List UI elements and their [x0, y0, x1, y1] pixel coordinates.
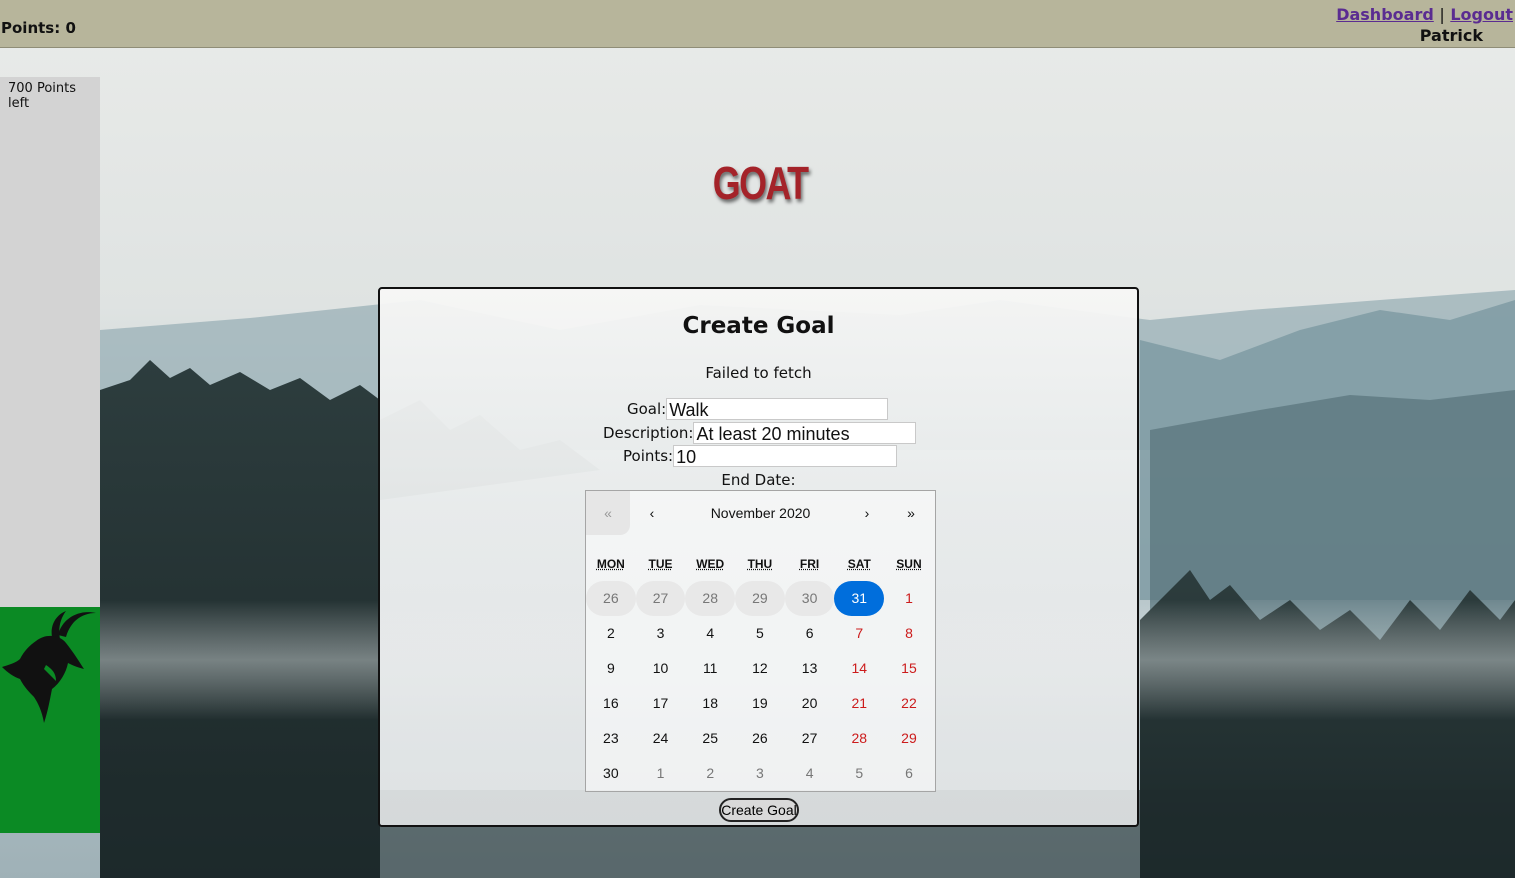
goat-head-icon	[2, 611, 96, 723]
calendar-day[interactable]: 18	[685, 686, 735, 721]
calendar-day[interactable]: 8	[884, 616, 934, 651]
calendar-day[interactable]: 17	[636, 686, 686, 721]
calendar-day[interactable]: 12	[735, 651, 785, 686]
dashboard-link[interactable]: Dashboard	[1336, 5, 1434, 24]
goal-input[interactable]: Walk	[666, 398, 889, 420]
weekday-fri: FRI	[799, 557, 820, 571]
weekday-mon: MON	[596, 557, 625, 571]
goat-logo: GOAT	[712, 157, 809, 209]
description-label: Description:	[603, 423, 694, 442]
calendar-week-row: 23 24 25 26 27 28 29	[586, 721, 935, 756]
calendar-day-selected[interactable]: 31	[834, 581, 885, 616]
end-date-label: End Date:	[721, 471, 796, 489]
points-total: Points: 0	[1, 19, 76, 37]
weekday-thu: THU	[747, 557, 773, 571]
calendar-day[interactable]: 2	[586, 616, 636, 651]
weekday-sun: SUN	[896, 557, 922, 571]
calendar-day[interactable]: 20	[785, 686, 835, 721]
calendar-day[interactable]: 30	[784, 581, 835, 616]
calendar-day[interactable]: 7	[834, 616, 884, 651]
calendar-day[interactable]: 25	[685, 721, 735, 756]
calendar-day[interactable]: 4	[685, 616, 735, 651]
goal-row: Goal: Walk	[627, 398, 889, 420]
calendar-days: 26 27 28 29 30 31 1 2 3 4 5 6 7 8 9 10 11 12 13 14 15 16 17 18 1…	[586, 581, 935, 791]
points-label: Points:	[623, 446, 674, 465]
logout-link[interactable]: Logout	[1450, 5, 1513, 24]
username: Patrick	[1419, 26, 1483, 45]
points-left-label: 700 Points left	[8, 81, 76, 111]
weekday-sat: SAT	[847, 557, 871, 571]
calendar-day[interactable]: 6	[884, 756, 934, 791]
calendar-day[interactable]: 15	[884, 651, 934, 686]
calendar-day[interactable]: 26	[586, 581, 636, 616]
calendar-day[interactable]: 30	[586, 756, 636, 791]
description-row: Description: At least 20 minutes	[603, 422, 917, 444]
calendar-day[interactable]: 13	[785, 651, 835, 686]
calendar-day[interactable]: 14	[834, 651, 884, 686]
sidebar-points-panel: 700 Points left	[0, 77, 100, 607]
calendar-day[interactable]: 28	[834, 721, 884, 756]
prev-year-button[interactable]: «	[586, 491, 630, 535]
goat-logo-box	[0, 607, 100, 833]
calendar-week-row: 30 1 2 3 4 5 6	[586, 756, 935, 791]
goal-label: Goal:	[627, 399, 667, 418]
calendar-day[interactable]: 22	[884, 686, 934, 721]
calendar-day[interactable]: 1	[884, 581, 934, 616]
next-year-button[interactable]: »	[889, 491, 933, 535]
weekday-header: MON TUE WED THU FRI SAT SUN	[586, 557, 935, 571]
points-row: Points: 10	[623, 445, 898, 467]
month-label-button[interactable]: November 2020	[674, 491, 847, 535]
calendar-day[interactable]: 5	[834, 756, 884, 791]
calendar-day[interactable]: 10	[636, 651, 686, 686]
calendar-day[interactable]: 24	[636, 721, 686, 756]
calendar-day[interactable]: 11	[685, 651, 735, 686]
error-message: Failed to fetch	[705, 364, 812, 382]
calendar-day[interactable]: 1	[636, 756, 686, 791]
weekday-tue: TUE	[648, 557, 673, 571]
calendar-day[interactable]: 19	[735, 686, 785, 721]
calendar-day[interactable]: 26	[735, 721, 785, 756]
points-input[interactable]: 10	[673, 445, 898, 467]
calendar-day[interactable]: 29	[884, 721, 934, 756]
calendar-week-row: 9 10 11 12 13 14 15	[586, 651, 935, 686]
calendar-day[interactable]: 3	[636, 616, 686, 651]
page-title: Create Goal	[682, 313, 835, 339]
date-picker-calendar: « ‹ November 2020 › » MON TUE WED THU FRI SAT…	[585, 490, 936, 792]
nav-separator: |	[1439, 5, 1445, 24]
calendar-day[interactable]: 5	[735, 616, 785, 651]
calendar-day[interactable]: 27	[635, 581, 686, 616]
calendar-day[interactable]: 16	[586, 686, 636, 721]
calendar-day[interactable]: 27	[785, 721, 835, 756]
calendar-day[interactable]: 29	[735, 581, 785, 616]
calendar-day[interactable]: 21	[834, 686, 884, 721]
calendar-week-row: 26 27 28 29 30 31 1	[586, 581, 935, 616]
calendar-day[interactable]: 9	[586, 651, 636, 686]
next-month-button[interactable]: ›	[845, 491, 889, 535]
description-input[interactable]: At least 20 minutes	[693, 422, 917, 444]
prev-month-button[interactable]: ‹	[630, 491, 674, 535]
weekday-wed: WED	[696, 557, 725, 571]
calendar-day[interactable]: 3	[735, 756, 785, 791]
create-goal-button[interactable]: Create Goal	[719, 798, 799, 822]
calendar-navigation: « ‹ November 2020 › »	[586, 491, 935, 535]
calendar-week-row: 16 17 18 19 20 21 22	[586, 686, 935, 721]
top-nav: Dashboard | Logout	[1336, 5, 1513, 24]
calendar-day[interactable]: 6	[785, 616, 835, 651]
top-bar: Points: 0 Dashboard | Logout Patrick	[0, 0, 1515, 48]
calendar-day[interactable]: 4	[785, 756, 835, 791]
calendar-day[interactable]: 2	[685, 756, 735, 791]
calendar-week-row: 2345678	[586, 616, 935, 651]
calendar-day[interactable]: 23	[586, 721, 636, 756]
calendar-day[interactable]: 28	[685, 581, 736, 616]
create-goal-card: Create Goal Failed to fetch Goal: Walk De…	[378, 287, 1139, 827]
